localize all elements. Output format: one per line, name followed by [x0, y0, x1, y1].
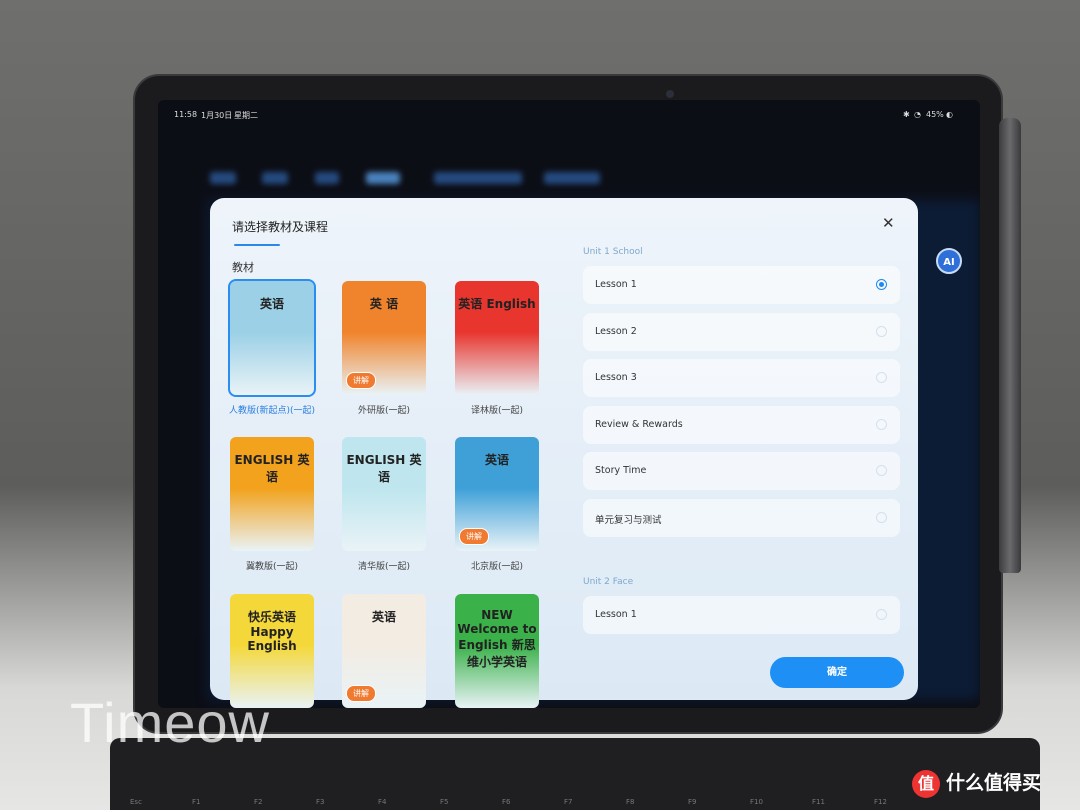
cover-title: 英 语: [369, 297, 399, 311]
cover-title: 英语: [484, 453, 509, 467]
textbook-label[interactable]: 清华版(一起): [329, 559, 439, 572]
nav-tab[interactable]: [315, 172, 339, 184]
lesson-label: Lesson 2: [595, 325, 637, 337]
cover-title: 英语 English: [458, 297, 536, 311]
lesson-radio[interactable]: [876, 372, 887, 383]
stylus-pen: [999, 118, 1021, 573]
bluetooth-icon: ✱: [903, 110, 910, 119]
lesson-row[interactable]: Lesson 3: [583, 359, 900, 397]
keyboard-key: F9: [688, 798, 697, 806]
keyboard-key: F7: [564, 798, 573, 806]
lesson-radio[interactable]: [876, 465, 887, 476]
confirm-button[interactable]: 确定: [770, 657, 904, 688]
keyboard-key: F11: [812, 798, 825, 806]
keyboard-key: F1: [192, 798, 201, 806]
logo-text: 什么值得买: [946, 772, 1042, 794]
nav-tab[interactable]: [544, 172, 600, 184]
nav-tab[interactable]: [262, 172, 288, 184]
unit-header: Unit 1 School: [583, 247, 643, 257]
lesson-row[interactable]: 单元复习与测试: [583, 498, 900, 537]
lesson-row[interactable]: Lesson 2: [583, 312, 900, 351]
lesson-radio[interactable]: [876, 279, 887, 290]
lesson-label: 单元复习与测试: [595, 514, 662, 526]
cover-title: ENGLISH 英语: [234, 453, 310, 484]
explain-badge: 讲解: [346, 372, 376, 389]
keyboard-key: F3: [316, 798, 325, 806]
lesson-radio[interactable]: [876, 609, 887, 620]
textbook-label[interactable]: 北京版(一起): [442, 559, 552, 572]
lesson-label: Story Time: [595, 465, 647, 476]
textbook-label[interactable]: 人教版(新起点)(一起): [217, 403, 327, 416]
nav-tab[interactable]: [210, 172, 236, 184]
cover-title: ENGLISH 英语: [346, 453, 422, 484]
lesson-radio[interactable]: [876, 511, 887, 523]
lesson-label: Review & Rewards: [595, 418, 683, 430]
lesson-row[interactable]: Story Time: [583, 452, 900, 490]
cover-title: NEW Welcome to English 新思维小学英语: [457, 608, 537, 669]
textbook-cover[interactable]: 英 语讲解: [342, 281, 426, 395]
textbook-cover[interactable]: 英语讲解: [455, 437, 539, 551]
explain-badge: 讲解: [346, 685, 376, 702]
close-icon[interactable]: ✕: [882, 214, 895, 232]
keyboard-key: F8: [626, 798, 635, 806]
textbook-cover[interactable]: 英语讲解: [342, 594, 426, 708]
keyboard-key: F6: [502, 798, 511, 806]
status-time: 11:58: [174, 110, 198, 119]
lesson-label: Lesson 1: [595, 609, 637, 620]
watermark: Timeow: [70, 691, 270, 754]
status-date: 1月30日: [201, 111, 233, 120]
lesson-row[interactable]: Lesson 1: [583, 266, 900, 304]
camera: [666, 90, 674, 98]
lesson-label: Lesson 1: [595, 279, 637, 290]
battery-percent: 45%: [926, 110, 944, 119]
textbook-cover[interactable]: ENGLISH 英语: [230, 437, 314, 551]
lesson-radio[interactable]: [876, 418, 887, 430]
textbook-cover[interactable]: 英语 English: [455, 281, 539, 395]
textbook-section-label: 教材: [232, 261, 254, 274]
dialog-title: 请选择教材及课程: [232, 220, 329, 234]
cover-title: 英语: [371, 610, 396, 624]
keyboard-key: F10: [750, 798, 763, 806]
textbook-label[interactable]: 译林版(一起): [442, 403, 552, 416]
logo-mark: 值: [912, 770, 940, 798]
status-weekday: 星期二: [234, 111, 258, 120]
textbook-label[interactable]: 冀教版(一起): [217, 559, 327, 572]
textbook-label[interactable]: 外研版(一起): [329, 403, 439, 416]
lesson-row[interactable]: Lesson 1: [583, 596, 900, 634]
site-logo: 值什么值得买: [912, 768, 1041, 798]
explain-badge: 讲解: [459, 528, 489, 545]
course-select-dialog: 请选择教材及课程 ✕ 教材 英语 人教版(新起点)(一起) 英 语讲解 外研版(一起)…: [210, 198, 918, 708]
unit-header: Unit 2 Face: [583, 577, 634, 587]
ai-button[interactable]: AI: [936, 248, 962, 274]
textbook-cover[interactable]: ENGLISH 英语: [342, 437, 426, 551]
keyboard-key: F5: [440, 798, 449, 806]
keyboard-key: F4: [378, 798, 387, 806]
cover-title: 英语: [259, 297, 284, 311]
lesson-label: Lesson 3: [595, 372, 637, 383]
wifi-icon: ◔: [914, 110, 921, 119]
textbook-cover[interactable]: 英语: [228, 279, 316, 397]
nav-tab-active[interactable]: [366, 172, 400, 184]
keyboard-key: Esc: [130, 798, 142, 806]
lesson-radio[interactable]: [876, 325, 887, 337]
cover-title: 快乐英语 Happy English: [247, 610, 297, 653]
lesson-row[interactable]: Review & Rewards: [583, 405, 900, 444]
nav-tab[interactable]: [434, 172, 522, 184]
keyboard-key: F12: [874, 798, 887, 806]
battery-icon: ◐: [946, 110, 953, 119]
title-underline: [234, 244, 280, 246]
textbook-cover[interactable]: NEW Welcome to English 新思维小学英语: [455, 594, 539, 708]
keyboard-key: F2: [254, 798, 263, 806]
